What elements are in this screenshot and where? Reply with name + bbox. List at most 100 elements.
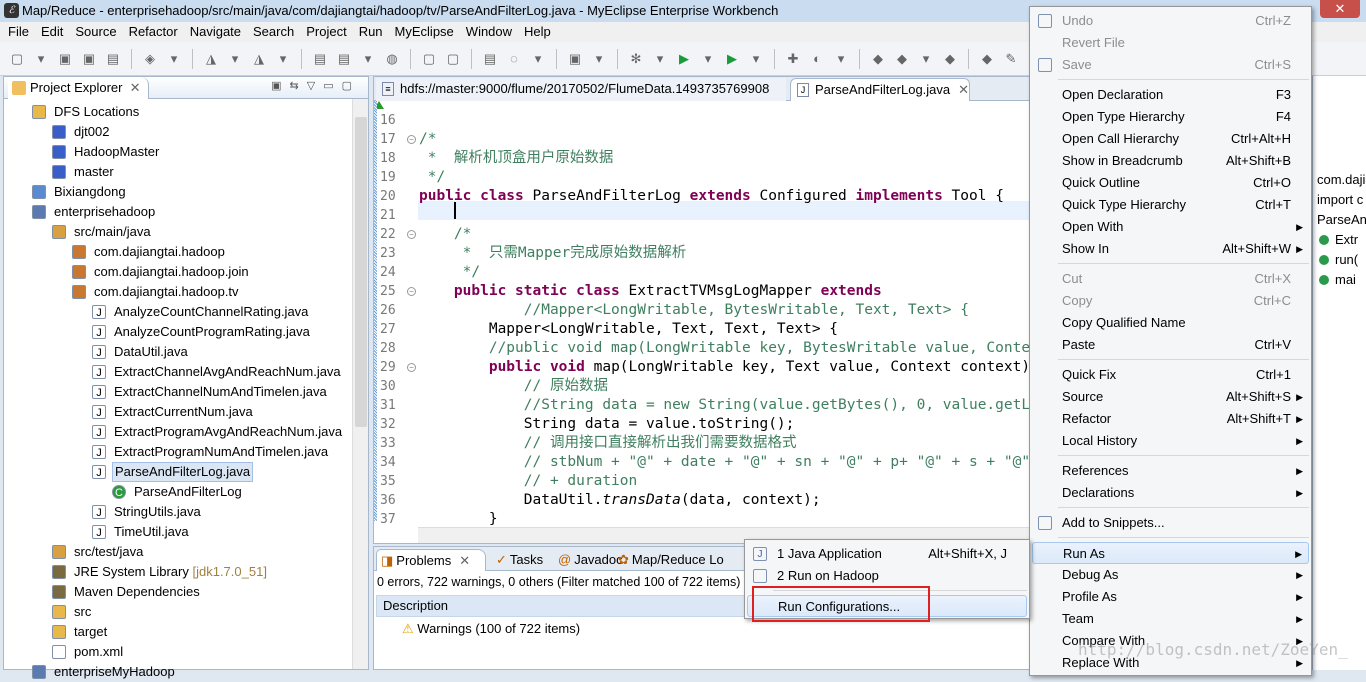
editor-tab[interactable]: J ParseAndFilterLog.java ✕	[790, 78, 970, 101]
dropdown-arrow-icon[interactable]: ▾	[274, 50, 292, 68]
menu-item-open-call-hierarchy[interactable]: Open Call Hierarchy Ctrl+Alt+H	[1032, 128, 1309, 150]
explorer-scrollbar[interactable]	[352, 99, 368, 669]
toolbar-button-icon[interactable]: ▤	[481, 50, 499, 68]
outline-item[interactable]: Extr	[1335, 232, 1358, 247]
outline-item[interactable]: mai	[1335, 272, 1356, 287]
fold-toggle-icon[interactable]: −	[407, 363, 416, 372]
menu-refactor[interactable]: Refactor	[123, 22, 184, 42]
toolbar-button-icon[interactable]: ▶	[723, 50, 741, 68]
menu-myeclipse[interactable]: MyEclipse	[389, 22, 460, 42]
toolbar-button-icon[interactable]: ▤	[335, 50, 353, 68]
menu-item-open-with[interactable]: Open With ▶	[1032, 216, 1309, 238]
menu-item-declarations[interactable]: Declarations ▶	[1032, 482, 1309, 504]
view-toolbar-icons[interactable]: ▣⇆▽▭▢	[271, 79, 360, 92]
toolbar-button-icon[interactable]: ▣	[80, 50, 98, 68]
menu-source[interactable]: Source	[69, 22, 122, 42]
menu-item-debug-as[interactable]: Debug As ▶	[1032, 564, 1309, 586]
menu-search[interactable]: Search	[247, 22, 300, 42]
menu-project[interactable]: Project	[300, 22, 352, 42]
menu-item-undo[interactable]: Undo Ctrl+Z	[1032, 10, 1309, 32]
dropdown-arrow-icon[interactable]: ▾	[32, 50, 50, 68]
fold-toggle-icon[interactable]: −	[407, 230, 416, 239]
menu-edit[interactable]: Edit	[35, 22, 69, 42]
dropdown-arrow-icon[interactable]: ▾	[165, 50, 183, 68]
menu-item-add-to-snippets[interactable]: Add to Snippets...	[1032, 512, 1309, 534]
toolbar-button-icon[interactable]: ▢	[444, 50, 462, 68]
menu-item-quick-type-hierarchy[interactable]: Quick Type Hierarchy Ctrl+T	[1032, 194, 1309, 216]
outline-item[interactable]: import c	[1317, 192, 1363, 207]
tab-project-explorer[interactable]: Project Explorer ✕	[8, 77, 150, 99]
menu-item-quick-fix[interactable]: Quick Fix Ctrl+1	[1032, 364, 1309, 386]
menu-item-run-as[interactable]: Run As ▶	[1032, 542, 1309, 564]
toolbar-button-icon[interactable]: ✎	[1002, 50, 1020, 68]
toolbar-button-icon[interactable]: ◆	[978, 50, 996, 68]
menu-item-quick-outline[interactable]: Quick Outline Ctrl+O	[1032, 172, 1309, 194]
toolbar-button-icon[interactable]: ◈	[141, 50, 159, 68]
menu-navigate[interactable]: Navigate	[184, 22, 247, 42]
dropdown-arrow-icon[interactable]: ▾	[529, 50, 547, 68]
toolbar-button-icon[interactable]: ▢	[420, 50, 438, 68]
toolbar-button-icon[interactable]: ▤	[104, 50, 122, 68]
menu-item-refactor[interactable]: Refactor Alt+Shift+T ▶	[1032, 408, 1309, 430]
dropdown-arrow-icon[interactable]: ▾	[747, 50, 765, 68]
menu-item-show-in-breadcrumb[interactable]: Show in Breadcrumb Alt+Shift+B	[1032, 150, 1309, 172]
menu-item-save[interactable]: Save Ctrl+S	[1032, 54, 1309, 76]
toolbar-button-icon[interactable]: ◐	[808, 50, 826, 68]
menu-item-2-run-on-hadoop[interactable]: 2 Run on Hadoop	[747, 565, 1027, 587]
toolbar-button-icon[interactable]: ◮	[202, 50, 220, 68]
menu-item-copy-qualified-name[interactable]: Copy Qualified Name	[1032, 312, 1309, 334]
close-tab-icon[interactable]: ✕	[459, 553, 470, 568]
toolbar-button-icon[interactable]: ✻	[627, 50, 645, 68]
menu-item-local-history[interactable]: Local History ▶	[1032, 430, 1309, 452]
tab-mapreducelo[interactable]: ✿ Map/Reduce Lo	[614, 549, 744, 571]
outline-item[interactable]: run(	[1335, 252, 1358, 267]
dropdown-arrow-icon[interactable]: ▾	[590, 50, 608, 68]
menu-item-open-declaration[interactable]: Open Declaration F3	[1032, 84, 1309, 106]
menu-item-team[interactable]: Team ▶	[1032, 608, 1309, 630]
tab-tasks[interactable]: ✓ Tasks	[492, 549, 550, 571]
menu-item-show-in[interactable]: Show In Alt+Shift+W ▶	[1032, 238, 1309, 260]
toolbar-button-icon[interactable]: ◆	[893, 50, 911, 68]
toolbar-button-icon[interactable]: ◆	[941, 50, 959, 68]
dropdown-arrow-icon[interactable]: ▾	[226, 50, 244, 68]
menu-item-profile-as[interactable]: Profile As ▶	[1032, 586, 1309, 608]
menu-item-copy[interactable]: Copy Ctrl+C	[1032, 290, 1309, 312]
dropdown-arrow-icon[interactable]: ▾	[832, 50, 850, 68]
dropdown-arrow-icon[interactable]: ▾	[359, 50, 377, 68]
toolbar-button-icon[interactable]: ▤	[311, 50, 329, 68]
close-tab-icon[interactable]: ✕	[958, 82, 969, 97]
menu-item-paste[interactable]: Paste Ctrl+V	[1032, 334, 1309, 356]
menu-item-revert-file[interactable]: Revert File	[1032, 32, 1309, 54]
menu-item-1-java-application[interactable]: J 1 Java Application Alt+Shift+X, J	[747, 543, 1027, 565]
menu-item-references[interactable]: References ▶	[1032, 460, 1309, 482]
outline-item[interactable]: com.daji	[1317, 172, 1365, 187]
warnings-row[interactable]: ⚠ Warnings (100 of 722 items)	[402, 619, 580, 639]
tab-javadoc[interactable]: @ Javadoc	[554, 549, 623, 571]
dropdown-arrow-icon[interactable]: ▾	[651, 50, 669, 68]
menu-item-open-type-hierarchy[interactable]: Open Type Hierarchy F4	[1032, 106, 1309, 128]
fold-toggle-icon[interactable]: −	[407, 135, 416, 144]
toolbar-button-icon[interactable]: ✚	[784, 50, 802, 68]
menu-run[interactable]: Run	[353, 22, 389, 42]
toolbar-button-icon[interactable]: ◆	[869, 50, 887, 68]
dropdown-arrow-icon[interactable]: ▾	[917, 50, 935, 68]
tab-problems[interactable]: ◨ Problems ✕	[376, 549, 486, 571]
close-window-button[interactable]: ✕	[1320, 0, 1360, 18]
toolbar-button-icon[interactable]: ◌	[505, 50, 523, 68]
toolbar-button-icon[interactable]: ◮	[250, 50, 268, 68]
menu-window[interactable]: Window	[460, 22, 518, 42]
toolbar-button-icon[interactable]: ◍	[383, 50, 401, 68]
menu-help[interactable]: Help	[518, 22, 557, 42]
toolbar-button-icon[interactable]: ▣	[566, 50, 584, 68]
menu-file[interactable]: File	[2, 22, 35, 42]
toolbar-button-icon[interactable]: ▶	[675, 50, 693, 68]
fold-toggle-icon[interactable]: −	[407, 287, 416, 296]
toolbar-button-icon[interactable]: ▣	[56, 50, 74, 68]
close-tab-icon[interactable]: ✕	[130, 77, 141, 99]
toolbar-button-icon[interactable]: ▢	[8, 50, 26, 68]
dropdown-arrow-icon[interactable]: ▾	[699, 50, 717, 68]
menu-item-source[interactable]: Source Alt+Shift+S ▶	[1032, 386, 1309, 408]
editor-tab[interactable]: ≡ hdfs://master:9000/flume/20170502/Flume…	[376, 78, 786, 101]
menu-item-cut[interactable]: Cut Ctrl+X	[1032, 268, 1309, 290]
outline-item[interactable]: ParseAn	[1317, 212, 1366, 227]
